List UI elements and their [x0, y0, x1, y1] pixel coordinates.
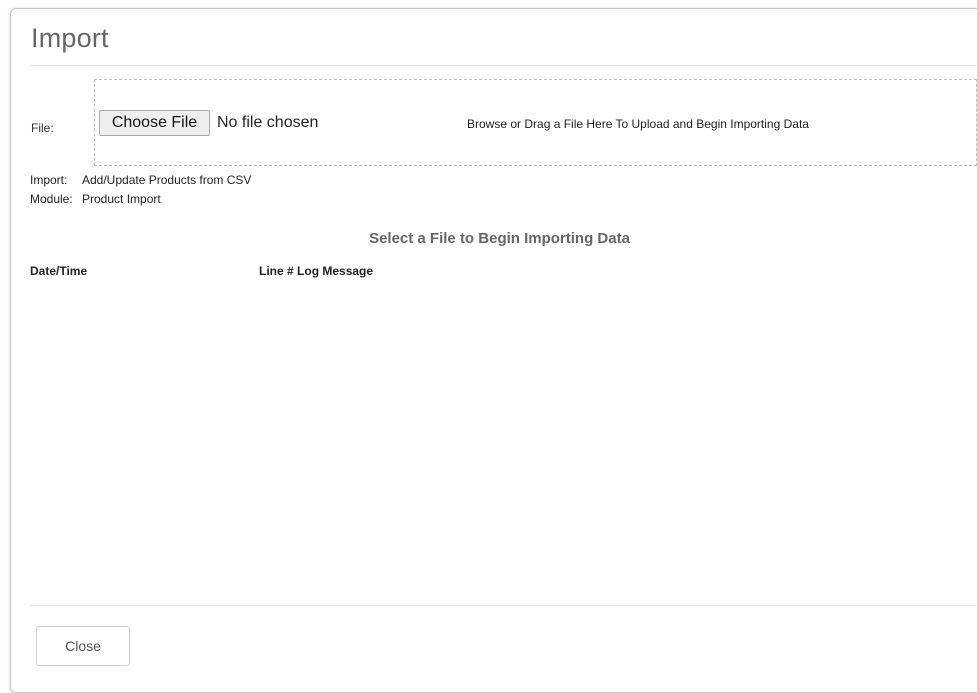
import-dialog: Import File: Choose File No file chosen … [10, 8, 977, 693]
file-label: File: [31, 121, 54, 135]
log-column-datetime: Date/Time [30, 264, 88, 278]
header-divider [30, 65, 976, 66]
choose-file-button[interactable]: Choose File [99, 110, 210, 136]
module-info-row: Module: Product Import [30, 192, 161, 206]
module-value: Product Import [82, 192, 161, 206]
file-chosen-status: No file chosen [217, 114, 319, 131]
import-label: Import: [30, 173, 68, 187]
log-column-message: Log Message [297, 264, 374, 278]
dialog-title: Import [31, 23, 109, 53]
footer-divider [30, 605, 976, 606]
import-value: Add/Update Products from CSV [82, 173, 252, 187]
file-dropzone[interactable]: Choose File No file chosen Browse or Dra… [94, 79, 977, 166]
status-message: Select a File to Begin Importing Data [369, 230, 630, 247]
log-column-line: Line # [259, 264, 294, 278]
close-button[interactable]: Close [36, 626, 130, 666]
log-column-line-and-message: Line # Log Message [259, 264, 373, 278]
drop-hint-text: Browse or Drag a File Here To Upload and… [467, 117, 809, 131]
import-info-row: Import: Add/Update Products from CSV [30, 173, 251, 187]
module-label: Module: [30, 192, 73, 206]
